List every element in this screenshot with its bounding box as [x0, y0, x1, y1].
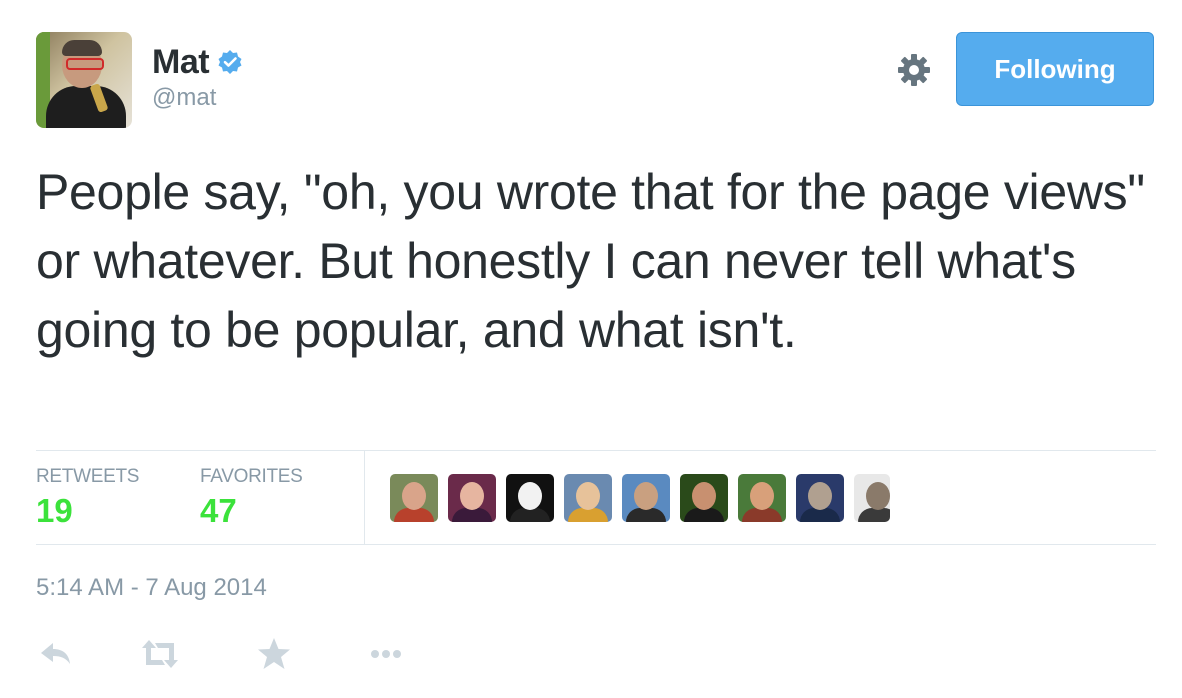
favoriter-avatar[interactable]: [622, 474, 670, 522]
favorites-count: 47: [200, 492, 237, 529]
favoriter-avatar[interactable]: [738, 474, 786, 522]
reply-icon[interactable]: [36, 634, 76, 674]
favoriter-avatar[interactable]: [564, 474, 612, 522]
retweets-label: RETWEETS: [36, 466, 140, 487]
verified-badge-icon: [218, 50, 242, 74]
user-name[interactable]: Mat: [152, 43, 210, 82]
favoriter-avatar[interactable]: [448, 474, 496, 522]
favoriter-avatar[interactable]: [854, 474, 890, 522]
favorites-stat[interactable]: FAVORITES 47: [200, 466, 303, 530]
favoriter-avatar[interactable]: [796, 474, 844, 522]
favoriter-avatar[interactable]: [506, 474, 554, 522]
divider: [36, 544, 1156, 545]
favoriter-avatar[interactable]: [680, 474, 728, 522]
retweets-stat[interactable]: RETWEETS 19: [36, 466, 139, 530]
favoriter-avatar[interactable]: [390, 474, 438, 522]
stats-separator: [364, 451, 365, 544]
favorites-label: FAVORITES: [200, 466, 303, 487]
divider: [36, 450, 1156, 451]
avatar[interactable]: [36, 32, 132, 128]
tweet-timestamp[interactable]: 5:14 AM - 7 Aug 2014: [36, 574, 267, 602]
retweets-count: 19: [36, 492, 73, 529]
star-icon[interactable]: [254, 634, 294, 674]
tweet-header: Mat @mat Following: [36, 32, 1156, 128]
retweet-icon[interactable]: [140, 634, 180, 674]
favoriters-list: [390, 474, 900, 522]
gear-icon[interactable]: [894, 50, 934, 90]
following-button[interactable]: Following: [956, 32, 1154, 106]
tweet-text: People say, "oh, you wrote that for the …: [36, 164, 1145, 358]
user-handle[interactable]: @mat: [152, 84, 243, 112]
more-icon[interactable]: [366, 634, 406, 674]
user-info: Mat @mat: [152, 42, 243, 112]
